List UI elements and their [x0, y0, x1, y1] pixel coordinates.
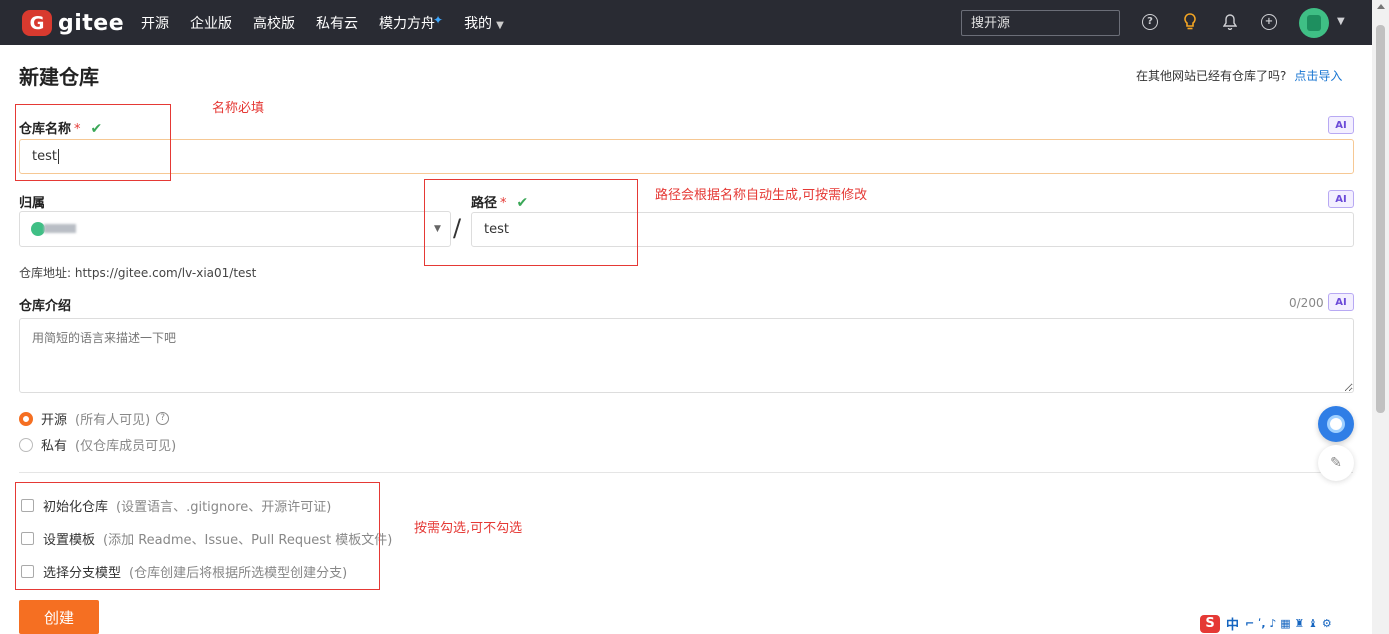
avatar[interactable] — [1299, 8, 1329, 38]
annotation-path-note: 路径会根据名称自动生成,可按需修改 — [655, 188, 868, 203]
path-input[interactable]: test — [471, 212, 1354, 247]
lightbulb-icon[interactable] — [1181, 13, 1199, 31]
option-init-repo[interactable]: 初始化仓库 (设置语言、.gitignore、开源许可证) — [21, 496, 331, 515]
repo-address: 仓库地址: https://gitee.com/lv-xia01/test — [19, 266, 257, 280]
radio-private-hint: (仅仓库成员可见) — [75, 439, 177, 454]
help-icon[interactable]: ? — [156, 412, 170, 425]
gitee-logo-icon: G — [22, 10, 52, 36]
repo-name-label-text: 仓库名称 — [19, 122, 72, 137]
ime-mode[interactable]: 中 — [1226, 614, 1239, 633]
radio-public[interactable]: 开源 (所有人可见) ? — [19, 409, 170, 428]
checkbox[interactable] — [21, 499, 34, 512]
nav-link-moli[interactable]: 模力方舟✦ — [379, 13, 443, 33]
radio-public-indicator[interactable] — [19, 411, 33, 426]
radio-private-label: 私有 — [41, 439, 68, 454]
owner-dropdown-chevron-icon[interactable]: ▼ — [434, 224, 441, 234]
feedback-edit-button[interactable]: ✎ — [1318, 445, 1354, 481]
repo-name-input[interactable]: test — [19, 139, 1354, 174]
avatar-chevron-down-icon[interactable]: ▼ — [1337, 16, 1345, 27]
text-cursor — [57, 149, 59, 164]
required-mark: * — [74, 122, 81, 137]
path-separator: / — [453, 214, 462, 242]
sparkle-icon: ✦ — [433, 13, 444, 27]
path-label-text: 路径 — [471, 196, 498, 211]
path-value: test — [484, 222, 509, 237]
option-label: 选择分支模型 — [43, 566, 122, 581]
scrollbar-thumb[interactable] — [1376, 25, 1385, 413]
radio-private-indicator[interactable] — [19, 437, 33, 452]
intro-counter: 0/200 — [1289, 296, 1324, 310]
search-input[interactable] — [961, 10, 1120, 36]
import-link[interactable]: 点击导入 — [1294, 69, 1342, 83]
page-scrollbar[interactable] — [1372, 0, 1389, 634]
create-button[interactable]: 创建 — [19, 600, 99, 634]
gitee-logo-text: gitee — [58, 10, 125, 36]
option-hint: (设置语言、.gitignore、开源许可证) — [116, 500, 332, 515]
radio-private[interactable]: 私有 (仅仓库成员可见) — [19, 435, 176, 454]
path-label: 路径 * ✔ — [471, 192, 528, 211]
owner-name-blurred — [44, 224, 76, 233]
check-icon: ✔ — [90, 121, 103, 137]
check-icon: ✔ — [516, 195, 529, 211]
radio-public-label: 开源 — [41, 413, 68, 428]
import-hint: 在其他网站已经有仓库了吗? 点击导入 — [1136, 67, 1342, 84]
intro-label: 仓库介绍 — [19, 299, 72, 314]
ai-button-name[interactable]: AI — [1328, 116, 1354, 134]
annotation-name-note: 名称必填 — [212, 101, 265, 116]
checkbox[interactable] — [21, 532, 34, 545]
bell-icon[interactable] — [1221, 13, 1239, 31]
import-hint-text: 在其他网站已经有仓库了吗? — [1136, 69, 1287, 83]
plus-circle-icon[interactable]: + — [1260, 13, 1278, 31]
nav-link-opensource[interactable]: 开源 — [141, 13, 169, 33]
option-hint: (添加 Readme、Issue、Pull Request 模板文件) — [103, 533, 393, 548]
page-title: 新建仓库 — [19, 65, 99, 89]
gitee-logo[interactable]: G gitee — [22, 10, 124, 36]
scroll-up-icon[interactable] — [1377, 4, 1385, 9]
radio-public-hint: (所有人可见) — [75, 413, 151, 428]
owner-select[interactable] — [19, 211, 451, 247]
repo-name-label: 仓库名称 * ✔ — [19, 118, 102, 137]
nav-link-private-cloud[interactable]: 私有云 — [316, 13, 358, 33]
checkbox[interactable] — [21, 565, 34, 578]
repo-name-value: test — [32, 149, 57, 164]
option-hint: (仓库创建后将根据所选模型创建分支) — [129, 566, 348, 581]
top-nav: G gitee 开源 企业版 高校版 私有云 模力方舟✦ 我的▼ ? + ▼ — [0, 0, 1372, 45]
option-branch-model[interactable]: 选择分支模型 (仓库创建后将根据所选模型创建分支) — [21, 562, 347, 581]
ai-button-intro[interactable]: AI — [1328, 293, 1354, 311]
annotation-options-note: 按需勾选,可不勾选 — [414, 521, 523, 536]
owner-avatar — [31, 222, 45, 236]
intro-textarea[interactable] — [19, 318, 1354, 393]
nav-link-moli-label: 模力方舟 — [379, 16, 435, 32]
owner-label: 归属 — [19, 196, 46, 211]
assistant-float-button[interactable] — [1318, 406, 1354, 442]
edit-icon: ✎ — [1330, 455, 1342, 471]
option-label: 初始化仓库 — [43, 500, 109, 515]
chevron-down-icon: ▼ — [496, 20, 504, 31]
option-set-template[interactable]: 设置模板 (添加 Readme、Issue、Pull Request 模板文件) — [21, 529, 392, 548]
option-label: 设置模板 — [43, 533, 96, 548]
assistant-icon — [1327, 415, 1345, 433]
help-icon[interactable]: ? — [1141, 13, 1159, 31]
divider — [19, 472, 1353, 473]
ime-toolbar[interactable]: S 中 ⌐ ʹ, ♪ ▦ ♜ ♝ ⚙ — [1200, 613, 1332, 634]
ime-tools[interactable]: ⌐ ʹ, ♪ ▦ ♜ ♝ ⚙ — [1245, 617, 1332, 630]
nav-link-mine-label: 我的 — [464, 16, 493, 32]
nav-link-mine[interactable]: 我的 ▼ — [464, 13, 504, 33]
required-mark: * — [500, 196, 507, 211]
ai-button-path[interactable]: AI — [1328, 190, 1354, 208]
nav-link-education[interactable]: 高校版 — [253, 13, 295, 33]
nav-link-enterprise[interactable]: 企业版 — [190, 13, 232, 33]
ime-logo-icon: S — [1200, 614, 1220, 633]
nav-links: 开源 企业版 高校版 私有云 模力方舟✦ 我的 ▼ — [141, 13, 525, 33]
